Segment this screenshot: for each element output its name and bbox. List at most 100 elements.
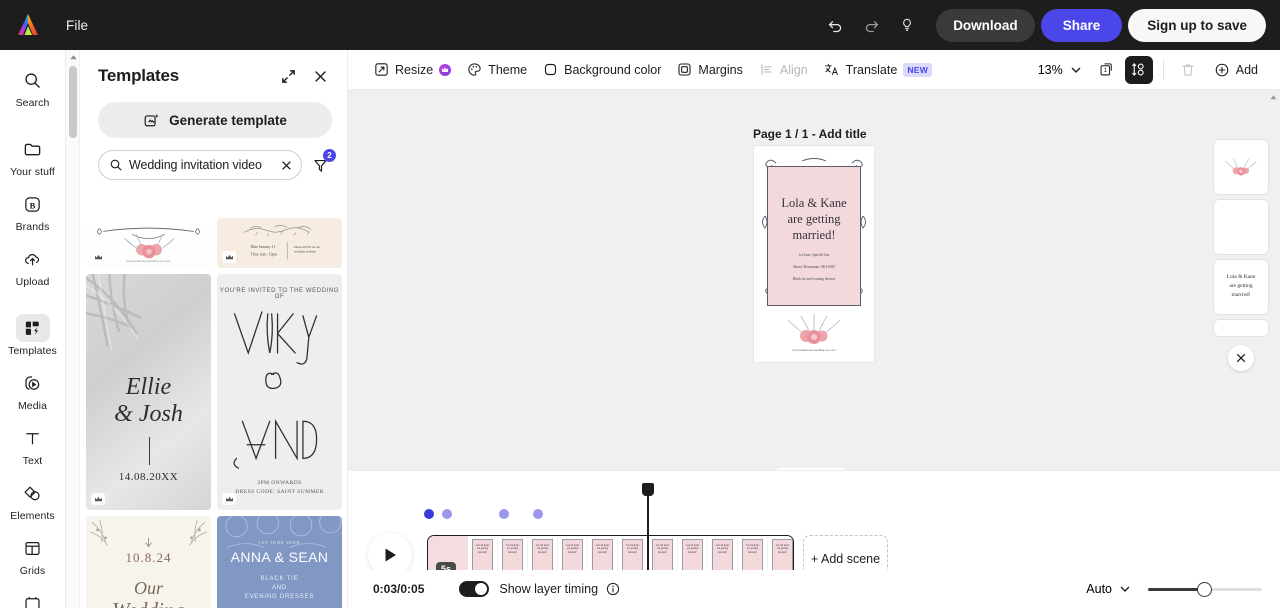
slider-knob[interactable] <box>1197 582 1212 597</box>
brand-b-icon: B <box>16 190 50 218</box>
invitation-detail1: 1st June, 5pm till late <box>798 253 830 257</box>
stage-scroll-up-arrow-icon[interactable] <box>1269 93 1278 102</box>
search-icon <box>110 159 122 171</box>
rail-label-text: Text <box>22 455 43 467</box>
undo-button[interactable] <box>820 10 850 40</box>
align-button[interactable]: Align <box>751 57 816 82</box>
svg-text:Please RSVP on our: Please RSVP on our <box>294 245 321 249</box>
tips-button[interactable] <box>892 10 922 40</box>
layer-dot-3[interactable] <box>499 509 509 519</box>
template-card-ellie-josh[interactable]: Ellie & Josh 14.08.20XX <box>86 274 211 510</box>
expand-panel-button[interactable] <box>276 64 300 88</box>
template-card-vicky-andy[interactable]: YOU'RE INVITED TO THE WEDDING OF 2PM ONW… <box>217 274 342 510</box>
template-card-anna-sean[interactable]: 1ST JUNE 20XX ANNA & SEAN BLACK TIE AND … <box>217 516 342 608</box>
download-button[interactable]: Download <box>936 8 1035 42</box>
chevron-down-icon <box>1120 586 1130 592</box>
template-card-floral-border[interactable]: terrysolelab.teamwedding-you.com <box>86 218 211 268</box>
page-title-label[interactable]: Page 1 / 1 - Add title <box>753 127 867 141</box>
chevron-down-icon <box>1071 67 1081 73</box>
close-layers-button[interactable] <box>1228 345 1254 371</box>
filter-button[interactable]: 2 <box>308 149 336 177</box>
rail-item-templates[interactable]: Templates <box>5 308 61 361</box>
timeline: 5s Lola & Kane are getting married! Lola &… <box>348 470 1280 608</box>
zoom-control[interactable]: 13% <box>1031 59 1089 81</box>
add-button[interactable]: Add <box>1206 57 1266 83</box>
invitation-line3: married! <box>792 228 836 242</box>
templates-icon <box>15 314 50 342</box>
toolbar-divider <box>1162 59 1164 80</box>
canvas-page[interactable]: Lola & Kane are getting married! 1st Jun… <box>754 146 874 362</box>
anna-sean-l1: BLACK TIE <box>260 576 299 582</box>
cloud-upload-icon <box>16 245 50 273</box>
premium-crown-icon <box>222 251 236 263</box>
timeline-zoom-slider[interactable] <box>1148 581 1262 597</box>
signup-button[interactable]: Sign up to save <box>1128 8 1266 42</box>
rail-item-brands[interactable]: B Brands <box>5 184 61 237</box>
redo-icon <box>865 20 879 32</box>
theme-button[interactable]: Theme <box>459 57 535 82</box>
clear-search-button[interactable] <box>279 158 293 172</box>
margins-icon <box>678 63 691 76</box>
rail-item-search[interactable]: Search <box>5 60 61 113</box>
playhead-handle[interactable] <box>642 483 654 496</box>
layer-dot-4[interactable] <box>533 509 543 519</box>
vicky-andy-script-art <box>233 311 318 469</box>
invitation-detail3: Black tie and evening dresses <box>792 277 836 281</box>
calendar-icon <box>16 589 50 608</box>
template-card-rsvp-beige[interactable]: Date January 11 Time 1pm -13pm Please RS… <box>217 218 342 268</box>
margins-label: Margins <box>698 62 743 77</box>
search-icon <box>16 66 50 94</box>
invitation-url: terrysolelab.teamwedding-you.com <box>792 348 836 352</box>
translate-icon <box>824 63 838 76</box>
share-button[interactable]: Share <box>1040 8 1123 42</box>
logo-container[interactable] <box>0 13 56 37</box>
theme-label: Theme <box>488 62 528 77</box>
panel-scroll-thumb[interactable] <box>69 66 77 138</box>
translate-button[interactable]: Translate NEW <box>816 57 940 82</box>
layers-timing-icon <box>1132 63 1144 76</box>
rail-item-more[interactable] <box>5 583 61 608</box>
show-layer-timing-toggle[interactable] <box>459 581 490 597</box>
rail-item-media[interactable]: Media <box>5 363 61 416</box>
layer-dot-2[interactable] <box>442 509 452 519</box>
canvas-stage[interactable]: Page 1 / 1 - Add title Lola & Kane are g… <box>348 90 1280 490</box>
background-color-button[interactable]: Background color <box>535 57 669 82</box>
svg-text:Time 1pm -13pm: Time 1pm -13pm <box>251 253 278 257</box>
align-icon <box>761 64 772 75</box>
layer-text-line3: married! <box>1231 292 1251 298</box>
rail-item-your-stuff[interactable]: Your stuff <box>5 129 61 182</box>
redo-button[interactable] <box>856 10 886 40</box>
rail-item-upload[interactable]: Upload <box>5 239 61 292</box>
file-menu[interactable]: File <box>56 13 98 38</box>
auto-select[interactable]: Auto <box>1081 579 1136 599</box>
close-panel-button[interactable] <box>308 64 332 88</box>
layer-thumb-blank[interactable] <box>1214 200 1268 254</box>
delete-button[interactable] <box>1174 56 1202 84</box>
show-layer-timing-label: Show layer timing <box>499 582 599 596</box>
rail-item-grids[interactable]: Grids <box>5 528 61 581</box>
panel-content: Templates Generate template Wedding invi… <box>80 50 347 608</box>
layer-thumb-partial[interactable] <box>1214 320 1268 336</box>
layers-button[interactable] <box>1124 55 1153 84</box>
rail-label-grids: Grids <box>19 565 46 577</box>
rail-item-elements[interactable]: Elements <box>5 473 61 526</box>
layer-thumb-text[interactable]: Lola & Kane are getting married! <box>1214 260 1268 314</box>
layer-thumb-flower[interactable] <box>1214 140 1268 194</box>
pages-icon: 1 <box>1100 63 1113 76</box>
generate-template-button[interactable]: Generate template <box>98 102 332 138</box>
rail-label-templates: Templates <box>8 345 57 357</box>
pages-button[interactable]: 1 <box>1093 56 1121 84</box>
add-label: Add <box>1235 62 1258 77</box>
rail-item-text[interactable]: Text <box>5 418 61 471</box>
layer-dot-1[interactable] <box>424 509 434 519</box>
info-button[interactable] <box>606 582 620 596</box>
resize-button[interactable]: Resize <box>366 57 459 82</box>
panel-scrollbar[interactable] <box>66 50 80 608</box>
ellie-josh-date: 14.08.20XX <box>118 471 179 483</box>
margins-button[interactable]: Margins <box>669 57 750 82</box>
canvas-toolbar: Resize Theme Background color Margins Al… <box>348 50 1280 90</box>
scroll-up-arrow-icon[interactable] <box>69 53 78 62</box>
sparkle-image-icon <box>144 113 159 126</box>
template-card-our-wedding[interactable]: 10.8.24 Our Wedding Paul Limpert & Aleen… <box>86 516 211 608</box>
template-search-input[interactable]: Wedding invitation video <box>98 150 302 180</box>
